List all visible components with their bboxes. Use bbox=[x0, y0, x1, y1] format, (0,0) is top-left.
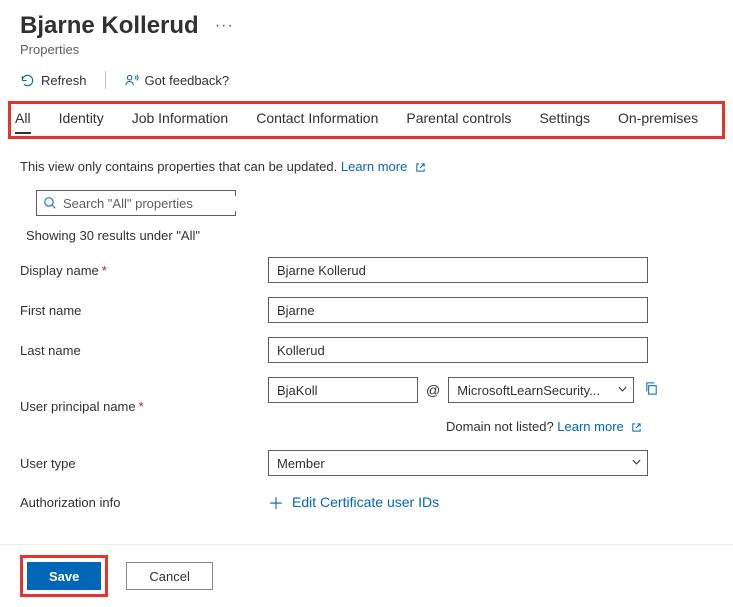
row-upn: User principal name* @ MicrosoftLearnSec… bbox=[20, 377, 713, 436]
refresh-icon bbox=[20, 73, 35, 88]
dropdown-user-type[interactable]: Member bbox=[268, 450, 648, 476]
external-link-icon bbox=[631, 421, 642, 436]
feedback-button[interactable]: Got feedback? bbox=[124, 73, 230, 88]
row-auth-info: Authorization info ＋ Edit Certificate us… bbox=[20, 490, 713, 514]
tab-contact-information[interactable]: Contact Information bbox=[256, 110, 378, 132]
info-banner: This view only contains properties that … bbox=[0, 139, 733, 186]
feedback-label: Got feedback? bbox=[145, 73, 230, 88]
row-last-name: Last name bbox=[20, 337, 713, 363]
save-highlight-box: Save bbox=[20, 555, 108, 597]
domain-hint: Domain not listed? Learn more bbox=[446, 419, 713, 436]
label-last-name: Last name bbox=[20, 343, 268, 358]
row-display-name: Display name* bbox=[20, 257, 713, 283]
tab-all[interactable]: All bbox=[15, 110, 31, 134]
external-link-icon bbox=[415, 161, 426, 176]
tab-bar: All Identity Job Information Contact Inf… bbox=[15, 110, 718, 134]
feedback-icon bbox=[124, 73, 139, 88]
page-subtitle: Properties bbox=[20, 42, 713, 57]
label-display-name: Display name* bbox=[20, 263, 268, 278]
label-first-name: First name bbox=[20, 303, 268, 318]
command-bar: Refresh Got feedback? bbox=[0, 61, 733, 99]
tab-identity[interactable]: Identity bbox=[59, 110, 104, 132]
info-text: This view only contains properties that … bbox=[20, 159, 341, 174]
results-count: Showing 30 results under "All" bbox=[0, 222, 733, 253]
page-header: Bjarne Kollerud ··· Properties bbox=[0, 0, 733, 61]
refresh-label: Refresh bbox=[41, 73, 87, 88]
page-title: Bjarne Kollerud bbox=[20, 12, 199, 40]
refresh-button[interactable]: Refresh bbox=[20, 73, 87, 88]
properties-form: Display name* First name Last name User … bbox=[0, 253, 733, 514]
input-upn-user[interactable] bbox=[268, 377, 418, 403]
row-first-name: First name bbox=[20, 297, 713, 323]
info-learn-more-link[interactable]: Learn more bbox=[341, 159, 426, 174]
cancel-button[interactable]: Cancel bbox=[126, 562, 212, 590]
tabs-highlight-box: All Identity Job Information Contact Inf… bbox=[8, 101, 725, 139]
search-box[interactable] bbox=[36, 190, 236, 216]
edit-certificate-ids-link[interactable]: ＋ Edit Certificate user IDs bbox=[268, 490, 713, 514]
label-user-type: User type bbox=[20, 456, 268, 471]
search-icon bbox=[43, 196, 57, 210]
tab-job-information[interactable]: Job Information bbox=[132, 110, 229, 132]
input-last-name[interactable] bbox=[268, 337, 648, 363]
tab-settings[interactable]: Settings bbox=[539, 110, 590, 132]
copy-icon bbox=[644, 384, 659, 399]
tab-on-premises[interactable]: On-premises bbox=[618, 110, 698, 132]
footer-bar: Save Cancel bbox=[0, 544, 733, 607]
plus-icon: ＋ bbox=[268, 490, 284, 514]
upn-at-symbol: @ bbox=[426, 382, 440, 398]
save-button[interactable]: Save bbox=[27, 562, 101, 590]
input-display-name[interactable] bbox=[268, 257, 648, 283]
tab-parental-controls[interactable]: Parental controls bbox=[406, 110, 511, 132]
label-upn: User principal name* bbox=[20, 399, 268, 414]
copy-upn-button[interactable] bbox=[642, 379, 661, 401]
more-actions-button[interactable]: ··· bbox=[209, 15, 240, 37]
toolbar-separator bbox=[105, 71, 106, 89]
label-auth-info: Authorization info bbox=[20, 495, 268, 510]
input-first-name[interactable] bbox=[268, 297, 648, 323]
row-user-type: User type Member bbox=[20, 450, 713, 476]
dropdown-upn-domain[interactable]: MicrosoftLearnSecurity... bbox=[448, 377, 634, 403]
domain-hint-link[interactable]: Learn more bbox=[557, 419, 642, 434]
search-input[interactable] bbox=[63, 196, 239, 211]
